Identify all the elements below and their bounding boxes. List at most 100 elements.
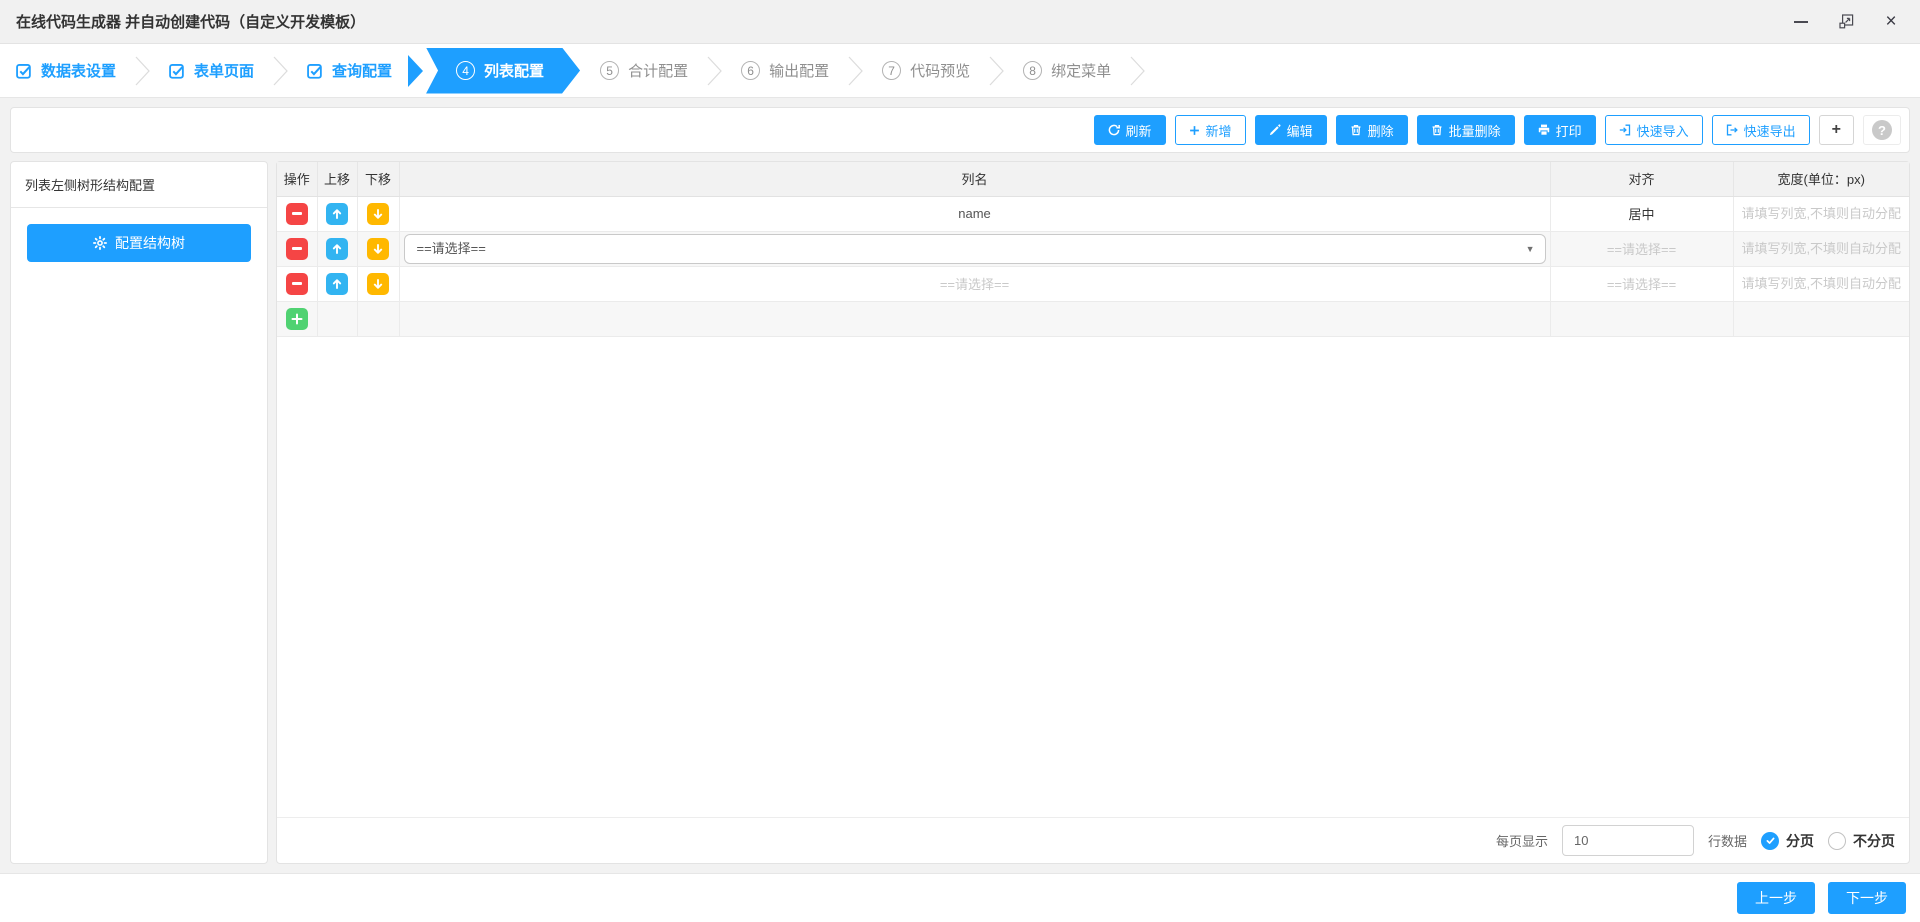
print-button[interactable]: 打印 [1523,115,1596,145]
move-up-button[interactable] [326,272,348,295]
step-total-config[interactable]: 5 合计配置 [600,60,688,81]
content-row: 列表左侧树形结构配置 配置结构树 操作 上移 下移 列名 对齐 宽度(单位：px… [10,161,1910,864]
per-page-label: 每页显示 [1495,834,1548,849]
step-output-config[interactable]: 6 输出配置 [741,60,829,81]
next-step-button[interactable]: 下一步 [1828,882,1906,914]
button-label: 新增 [1205,123,1232,139]
paged-radio[interactable]: 分页 [1761,831,1814,851]
header-width: 宽度(单位：px) [1733,162,1909,197]
remove-row-button[interactable] [285,272,308,295]
add-column-button[interactable]: + [1818,115,1854,145]
align-placeholder: ==请选择== [1606,277,1677,292]
window-controls: × [1792,12,1904,31]
width-input[interactable] [1737,240,1906,257]
wizard-footer: 上一步 下一步 [0,873,1920,922]
trash-icon [1351,124,1361,136]
rows-suffix-label: 行数据 [1707,834,1747,849]
chevron-separator-icon [135,56,150,85]
step-number-badge: 6 [741,61,761,80]
chevron-separator-icon [1130,56,1145,85]
plus-icon: + [1831,121,1841,138]
delete-button[interactable]: 删除 [1335,115,1408,145]
sign-out-icon [1726,124,1738,136]
width-input[interactable] [1737,275,1906,292]
move-down-button[interactable] [367,237,389,260]
configure-tree-label: 配置结构树 [115,235,185,251]
step-label: 数据表设置 [41,63,117,80]
step-label: 代码预览 [910,63,971,80]
step-bind-menu[interactable]: 8 绑定菜单 [1023,60,1111,81]
batch-delete-button[interactable]: 批量删除 [1416,115,1515,145]
minus-icon [291,282,302,285]
move-down-button[interactable] [367,272,389,295]
column-config-table: 操作 上移 下移 列名 对齐 宽度(单位：px) name 居中 请填写列宽,不… [277,162,1909,337]
refresh-button[interactable]: 刷新 [1093,115,1166,145]
active-step-arrow-icon [408,54,424,87]
button-label: 打印 [1555,123,1582,139]
configure-tree-button[interactable]: 配置结构树 [27,224,251,262]
pencil-icon [1269,124,1281,136]
table-row: ==请选择== ==请选择== [277,266,1909,302]
arrow-down-icon [373,278,383,289]
step-form-page[interactable]: 表单页面 [169,60,254,81]
left-panel-title: 列表左侧树形结构配置 [11,162,267,208]
add-button[interactable]: 新增 [1174,115,1246,145]
align-placeholder: ==请选择== [1606,242,1677,257]
step-list-config-active[interactable]: 4 列表配置 [426,48,580,94]
table-header-row: 操作 上移 下移 列名 对齐 宽度(单位：px) [277,162,1909,197]
table-empty-area [277,337,1909,818]
edit-button[interactable]: 编辑 [1254,115,1327,145]
plus-icon [291,313,303,324]
refresh-icon [1108,124,1120,136]
column-config-table-card: 操作 上移 下移 列名 对齐 宽度(单位：px) name 居中 请填写列宽,不… [276,161,1910,864]
arrow-down-icon [373,243,383,254]
arrow-up-icon [332,278,342,289]
checkbox-checked-icon [16,63,31,79]
step-number-badge: 5 [600,61,620,80]
sign-in-icon [1619,124,1630,136]
per-page-input[interactable] [1561,825,1694,856]
button-label: 批量删除 [1448,123,1501,139]
move-up-button[interactable] [326,202,348,225]
table-row: name 居中 [277,196,1909,232]
column-name-value: name [958,206,991,221]
column-name-placeholder[interactable]: ==请选择== [940,277,1009,292]
header-column-name: 列名 [399,162,1551,197]
unpaged-radio[interactable]: 不分页 [1828,831,1895,851]
button-label: 删除 [1367,123,1394,139]
step-code-preview[interactable]: 7 代码预览 [882,60,970,81]
step-query-config[interactable]: 查询配置 [307,60,392,81]
minimize-icon[interactable] [1792,13,1810,31]
quick-export-button[interactable]: 快速导出 [1711,115,1810,145]
titlebar: 在线代码生成器 并自动创建代码（自定义开发模板） × [0,0,1920,44]
help-button[interactable]: ? [1863,115,1901,145]
step-number-badge: 7 [882,61,902,80]
printer-icon [1538,124,1549,136]
header-align: 对齐 [1550,162,1734,197]
paged-label: 分页 [1786,832,1814,849]
checkbox-checked-icon [169,63,184,79]
move-up-button[interactable] [326,237,348,260]
chevron-separator-icon [848,56,863,85]
close-icon[interactable]: × [1882,12,1900,31]
chevron-separator-icon [707,56,722,85]
step-label: 查询配置 [332,63,393,80]
remove-row-button[interactable] [285,202,308,225]
move-down-button[interactable] [367,202,389,225]
step-label: 列表配置 [484,63,545,80]
maximize-icon[interactable] [1837,13,1855,31]
step-label: 表单页面 [194,63,255,80]
step-data-table-setup[interactable]: 数据表设置 [16,60,116,81]
step-number-badge: 8 [1023,61,1043,80]
prev-step-button[interactable]: 上一步 [1737,882,1815,914]
width-input[interactable] [1737,205,1906,222]
unpaged-label: 不分页 [1853,832,1895,849]
quick-import-button[interactable]: 快速导入 [1604,115,1703,145]
button-label: 快速导入 [1636,123,1689,139]
remove-row-button[interactable] [285,237,308,260]
minus-icon [291,247,302,250]
column-name-select[interactable]: ==请选择== [403,233,1546,264]
chevron-separator-icon [989,56,1004,85]
add-row-button[interactable] [285,307,308,330]
arrow-down-icon [373,208,383,219]
